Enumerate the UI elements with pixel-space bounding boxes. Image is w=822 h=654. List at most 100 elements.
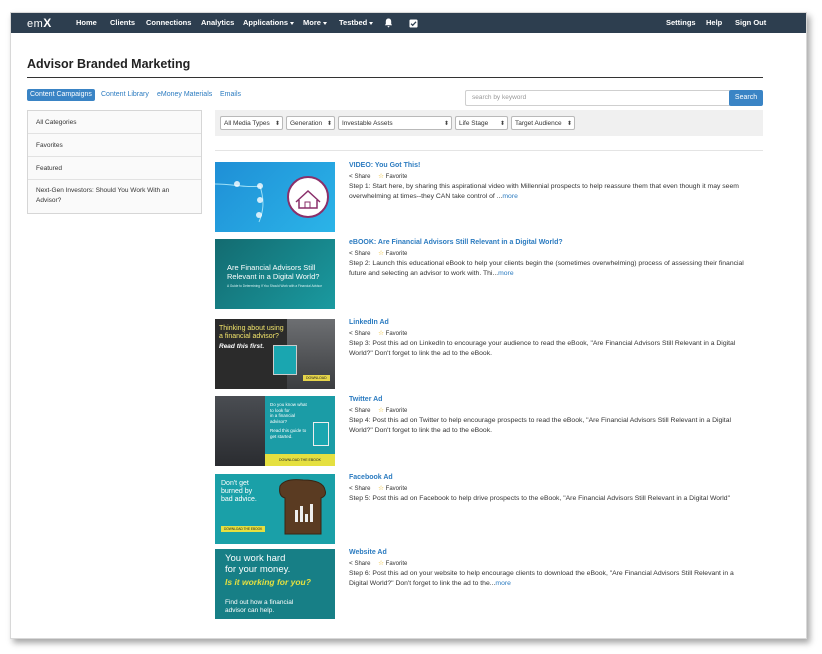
share-link[interactable]: Share: [354, 331, 370, 337]
list-item: Don't get burned by bad advice. DOWNLOAD T…: [215, 474, 763, 544]
linkedin-ad-thumbnail[interactable]: Thinking about using a financial advisor?…: [215, 319, 335, 389]
select-arrows-icon: ⬍: [443, 121, 449, 127]
nav-connections[interactable]: Connections: [146, 13, 191, 33]
life-stage-select[interactable]: Life Stage ⬍: [455, 116, 508, 130]
thumb-headline: Thinking about using a financial advisor?: [219, 325, 284, 340]
item-actions: < Share ☆ Favorite: [349, 406, 407, 414]
chevron-down-icon: [290, 21, 295, 25]
sidebar-item-next-gen-investors[interactable]: Next-Gen Investors: Should You Work With…: [28, 180, 201, 213]
tasks-checkbox-icon[interactable]: [409, 13, 418, 33]
thumb-body: Read this guide to get started.: [270, 428, 307, 439]
more-link[interactable]: more: [502, 193, 518, 200]
share-icon[interactable]: <: [349, 407, 353, 414]
thumb-body: Find out how a financial advisor can help…: [225, 599, 294, 614]
checkbox-icon: [409, 18, 418, 28]
search-input[interactable]: search by keyword: [465, 90, 731, 106]
media-type-select[interactable]: All Media Types ⬍: [220, 116, 283, 130]
share-icon[interactable]: <: [349, 330, 353, 337]
nav-clients[interactable]: Clients: [110, 13, 135, 33]
select-arrows-icon: ⬍: [499, 121, 505, 127]
tab-emoney-materials[interactable]: eMoney Materials: [157, 89, 212, 101]
chevron-down-icon: [322, 21, 327, 25]
star-icon[interactable]: ☆: [378, 406, 384, 414]
item-title-link[interactable]: VIDEO: You Got This!: [349, 162, 420, 169]
item-actions: < Share ☆ Favorite: [349, 559, 407, 567]
favorite-link[interactable]: Favorite: [386, 251, 408, 257]
sidebar-item-all-categories[interactable]: All Categories: [28, 111, 201, 134]
item-title-link[interactable]: eBOOK: Are Financial Advisors Still Rele…: [349, 239, 563, 246]
thumb-headline: Don't get burned by bad advice.: [221, 480, 257, 503]
item-description: Step 4: Post this ad on Twitter to help …: [349, 417, 731, 434]
facebook-ad-thumbnail[interactable]: Don't get burned by bad advice. DOWNLOAD T…: [215, 474, 335, 544]
favorite-link[interactable]: Favorite: [386, 486, 408, 492]
item-actions: < Share ☆ Favorite: [349, 172, 407, 180]
star-icon[interactable]: ☆: [378, 172, 384, 180]
tab-emails[interactable]: Emails: [220, 89, 241, 101]
star-icon[interactable]: ☆: [378, 249, 384, 257]
nav-testbed[interactable]: Testbed: [339, 13, 374, 33]
emx-logo[interactable]: emX: [27, 15, 52, 31]
favorite-link[interactable]: Favorite: [386, 561, 408, 567]
share-link[interactable]: Share: [354, 174, 370, 180]
select-arrows-icon: ⬍: [326, 121, 332, 127]
house-illustration-icon: [215, 176, 329, 223]
share-link[interactable]: Share: [354, 561, 370, 567]
investable-assets-select[interactable]: Investable Assets ⬍: [338, 116, 452, 130]
share-link[interactable]: Share: [354, 408, 370, 414]
star-icon[interactable]: ☆: [378, 559, 384, 567]
category-sidebar: All Categories Favorites Featured Next-G…: [27, 110, 202, 214]
generation-select[interactable]: Generation ⬍: [286, 116, 335, 130]
tab-content-library[interactable]: Content Library: [101, 89, 149, 101]
nav-analytics[interactable]: Analytics: [201, 13, 234, 33]
share-link[interactable]: Share: [354, 251, 370, 257]
thumb-tagline: Is it working for you?: [225, 577, 311, 587]
list-item: VIDEO: You Got This! < Share ☆ Favorite …: [215, 162, 763, 232]
share-link[interactable]: Share: [354, 486, 370, 492]
star-icon[interactable]: ☆: [378, 329, 384, 337]
item-description: Step 3: Post this ad on LinkedIn to enco…: [349, 340, 736, 357]
star-icon[interactable]: ☆: [378, 484, 384, 492]
search-button[interactable]: Search: [729, 90, 763, 106]
title-divider: [27, 77, 763, 78]
item-title-link[interactable]: Twitter Ad: [349, 396, 382, 403]
chevron-down-icon: [369, 21, 374, 25]
item-title-link[interactable]: LinkedIn Ad: [349, 319, 389, 326]
select-arrows-icon: ⬍: [566, 121, 572, 127]
list-item: You work hard for your money. Is it worki…: [215, 549, 763, 619]
item-description: Step 1: Start here, by sharing this aspi…: [349, 183, 739, 200]
share-icon[interactable]: <: [349, 485, 353, 492]
notifications-bell-icon[interactable]: [384, 13, 393, 33]
favorite-link[interactable]: Favorite: [386, 331, 408, 337]
sidebar-item-favorites[interactable]: Favorites: [28, 134, 201, 157]
nav-more[interactable]: More: [303, 13, 327, 33]
nav-sign-out[interactable]: Sign Out: [735, 13, 766, 33]
ebook-thumbnail[interactable]: Are Financial Advisors Still Relevant in …: [215, 239, 335, 309]
share-icon[interactable]: <: [349, 173, 353, 180]
target-audience-select[interactable]: Target Audience ⬍: [511, 116, 575, 130]
nav-applications[interactable]: Applications: [243, 13, 295, 33]
item-title-link[interactable]: Website Ad: [349, 549, 387, 556]
sidebar-item-featured[interactable]: Featured: [28, 157, 201, 180]
favorite-link[interactable]: Favorite: [386, 174, 408, 180]
thumb-cta: DOWNLOAD THE EBOOK: [265, 454, 335, 466]
thumb-photo: [215, 396, 265, 466]
item-description: Step 5: Post this ad on Facebook to help…: [349, 495, 730, 502]
thumb-cta: DOWNLOAD THE EBOOK: [221, 526, 266, 532]
page-title: Advisor Branded Marketing: [27, 57, 191, 71]
nav-settings[interactable]: Settings: [666, 13, 696, 33]
twitter-ad-thumbnail[interactable]: Do you know what to look for in a financia…: [215, 396, 335, 466]
item-actions: < Share ☆ Favorite: [349, 329, 407, 337]
item-actions: < Share ☆ Favorite: [349, 249, 407, 257]
more-link[interactable]: more: [498, 270, 514, 277]
item-title-link[interactable]: Facebook Ad: [349, 474, 393, 481]
share-icon[interactable]: <: [349, 560, 353, 567]
website-ad-thumbnail[interactable]: You work hard for your money. Is it worki…: [215, 549, 335, 619]
nav-help[interactable]: Help: [706, 13, 722, 33]
share-icon[interactable]: <: [349, 250, 353, 257]
favorite-link[interactable]: Favorite: [386, 408, 408, 414]
more-link[interactable]: more: [495, 580, 511, 587]
video-thumbnail[interactable]: [215, 162, 335, 232]
list-item: Are Financial Advisors Still Relevant in …: [215, 239, 763, 309]
nav-home[interactable]: Home: [76, 13, 97, 33]
tab-content-campaigns[interactable]: Content Campaigns: [27, 89, 95, 101]
